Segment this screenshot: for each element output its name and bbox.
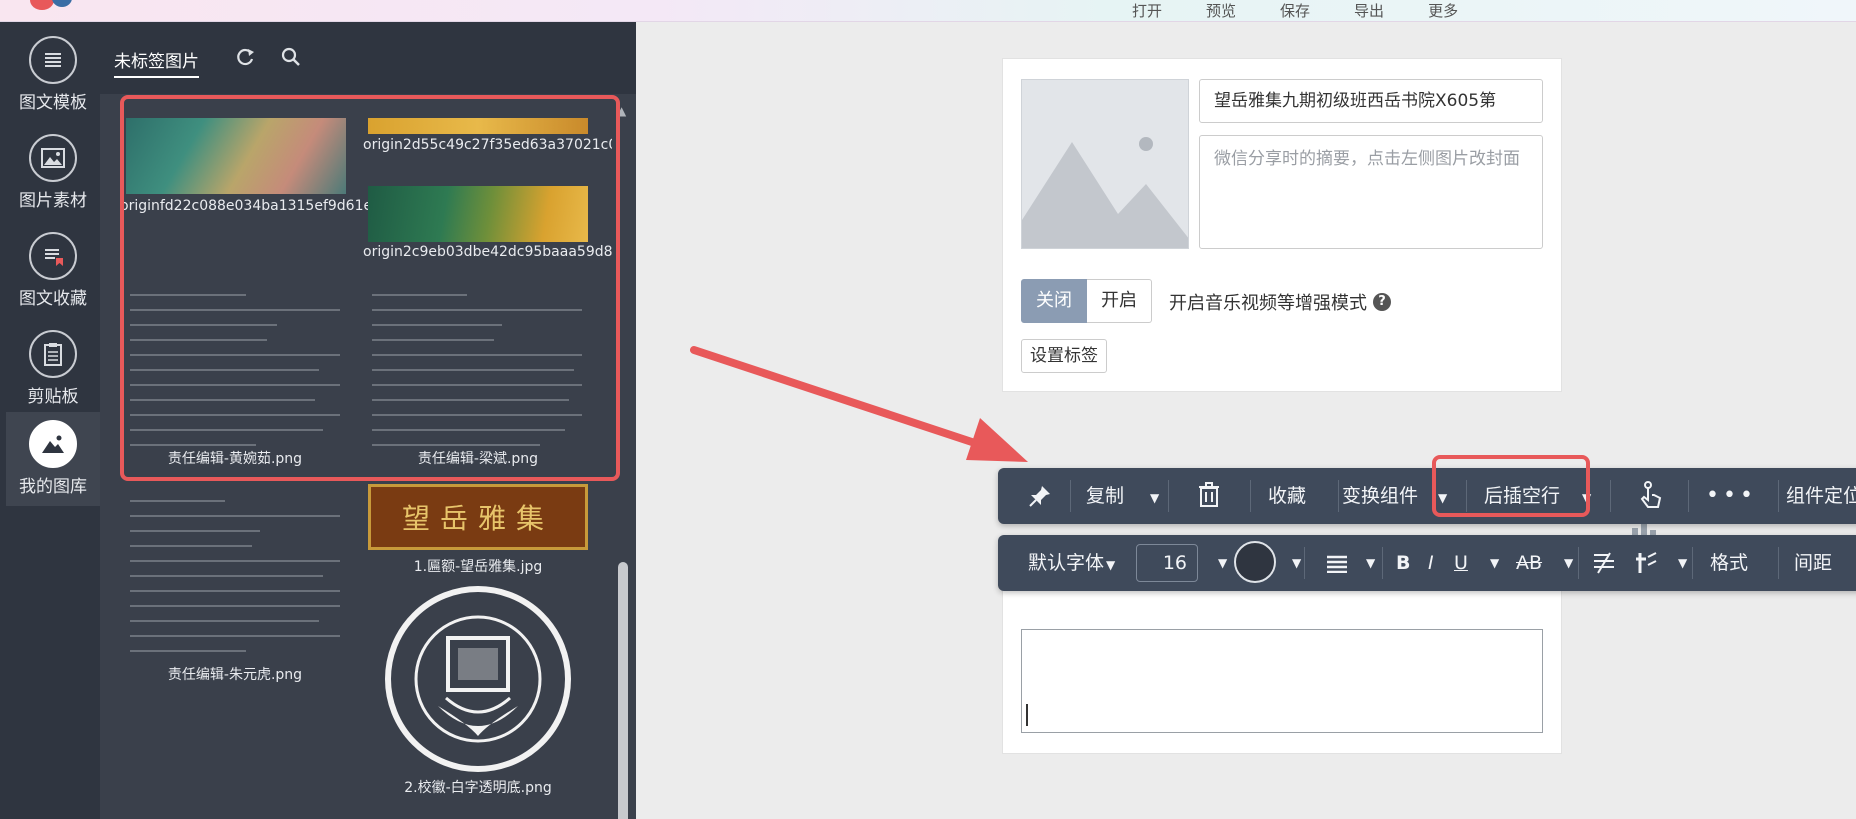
toolbar-separator xyxy=(1070,480,1071,512)
font-family-select[interactable]: 默认字体 ▼ xyxy=(1028,535,1115,591)
font-family-label: 默认字体 xyxy=(1028,552,1105,574)
plaque-image[interactable]: 望岳雅集 xyxy=(368,484,588,550)
calligraphy-image[interactable] xyxy=(130,500,340,665)
rail-item-label: 图片素材 xyxy=(19,191,87,211)
favorite-button[interactable]: 收藏 xyxy=(1268,468,1306,524)
help-question-icon[interactable]: ? xyxy=(1373,293,1391,311)
image-icon xyxy=(29,134,77,182)
refresh-icon[interactable] xyxy=(234,46,256,68)
rail-item-image-material[interactable]: 图片素材 xyxy=(6,126,100,218)
red-arrow-annotation xyxy=(690,346,1028,462)
copy-button[interactable]: 复制 ▼ xyxy=(1086,468,1159,524)
set-tag-button[interactable]: 设置标签 xyxy=(1021,339,1107,373)
toggle-off-button[interactable]: 关闭 xyxy=(1021,279,1087,323)
underline-dropdown-icon[interactable]: ▼ xyxy=(1490,535,1499,591)
rail-item-label: 剪贴板 xyxy=(27,387,79,407)
font-size-input[interactable]: 16 xyxy=(1136,544,1198,582)
list-icon xyxy=(29,36,77,84)
toggle-on-button[interactable]: 开启 xyxy=(1087,279,1152,323)
bold-button[interactable]: B xyxy=(1396,535,1410,591)
align-dropdown-icon[interactable]: ▼ xyxy=(1366,535,1375,591)
rail-item-templates[interactable]: 图文模板 xyxy=(6,28,100,120)
left-nav-rail: 图文模板 图片素材 图文收藏 剪贴板 我的图库 xyxy=(0,22,100,819)
transform-dropdown-icon[interactable]: ▼ xyxy=(1678,535,1687,591)
pin-icon[interactable] xyxy=(1028,484,1052,508)
enhanced-mode-toggle: 关闭 开启 xyxy=(1021,279,1152,323)
align-justify-icon[interactable] xyxy=(1326,555,1348,573)
enhanced-mode-label: 开启音乐视频等增强模式 xyxy=(1169,293,1367,314)
cover-image-placeholder[interactable] xyxy=(1021,79,1189,249)
clear-format-icon[interactable] xyxy=(1592,551,1616,575)
top-menu-bar: 打开 预览 保存 导出 更多 xyxy=(0,0,1856,22)
text-transform-icon[interactable] xyxy=(1634,549,1658,577)
toolbar-separator xyxy=(1578,547,1579,579)
menu-save[interactable]: 保存 xyxy=(1280,2,1310,20)
chevron-down-icon[interactable]: ▼ xyxy=(1150,491,1159,505)
mountain-image-icon xyxy=(29,420,77,468)
menu-preview[interactable]: 预览 xyxy=(1206,2,1236,20)
trash-icon[interactable] xyxy=(1198,482,1220,508)
app-logo-icon xyxy=(30,0,72,10)
toolbar-separator xyxy=(1692,547,1693,579)
color-dropdown-icon[interactable]: ▼ xyxy=(1292,535,1301,591)
toolbar-separator xyxy=(1250,480,1251,512)
text-case-button[interactable]: AB xyxy=(1516,535,1542,591)
top-menu: 打开 预览 保存 导出 更多 xyxy=(1132,2,1502,20)
image-placeholder-icon xyxy=(1022,80,1188,248)
image-caption: 2.校徽-白字透明底.png xyxy=(404,780,552,796)
bookmark-list-icon xyxy=(29,232,77,280)
text-color-swatch[interactable] xyxy=(1234,541,1276,583)
toolbar-separator xyxy=(1778,480,1779,512)
highlight-box-insert-blank xyxy=(1432,455,1590,517)
more-options-icon[interactable]: ••• xyxy=(1706,468,1757,524)
component-locate-button[interactable]: 组件定位 xyxy=(1786,468,1856,524)
panel-header: 未标签图片 xyxy=(100,22,636,94)
spacing-button[interactable]: 间距 xyxy=(1794,535,1832,591)
italic-button[interactable]: I xyxy=(1428,535,1434,591)
menu-open[interactable]: 打开 xyxy=(1132,2,1162,20)
switch-component-label: 变换组件 xyxy=(1342,485,1419,507)
format-button[interactable]: 格式 xyxy=(1710,535,1748,591)
article-settings-card: 望岳雅集九期初级班西岳书院X605第 微信分享时的摘要，点击左侧图片改封面 关闭… xyxy=(1002,58,1562,392)
rail-item-my-gallery[interactable]: 我的图库 xyxy=(6,412,100,506)
image-caption: 1.匾额-望岳雅集.jpg xyxy=(413,559,543,575)
highlight-box-images xyxy=(120,95,620,481)
case-dropdown-icon[interactable]: ▼ xyxy=(1564,535,1573,591)
copy-label: 复制 xyxy=(1086,485,1125,507)
clipboard-icon xyxy=(29,330,77,378)
toolbar-separator xyxy=(1304,547,1305,579)
menu-more[interactable]: 更多 xyxy=(1428,2,1458,20)
tab-untagged-images[interactable]: 未标签图片 xyxy=(114,47,199,78)
abstract-textarea[interactable]: 微信分享时的摘要，点击左侧图片改封面 xyxy=(1199,135,1543,249)
rail-item-favorites[interactable]: 图文收藏 xyxy=(6,224,100,316)
rail-item-label: 图文模板 xyxy=(19,93,87,113)
rail-item-clipboard[interactable]: 剪贴板 xyxy=(6,322,100,414)
rail-item-label: 图文收藏 xyxy=(19,289,87,309)
toolbar-separator xyxy=(1382,547,1383,579)
toolbar-separator xyxy=(1338,480,1339,512)
hand-pointer-icon[interactable] xyxy=(1636,480,1664,510)
school-emblem-image[interactable] xyxy=(368,586,588,772)
toolbar-separator xyxy=(1688,480,1689,512)
image-caption: 责任编辑-朱元虎.png xyxy=(167,667,303,683)
underline-button[interactable]: U xyxy=(1454,535,1468,591)
enhanced-mode-label-wrap: 开启音乐视频等增强模式 ? xyxy=(1169,289,1391,315)
plaque-text: 望岳雅集 xyxy=(401,502,554,535)
toolbar-separator xyxy=(1168,480,1169,512)
menu-export[interactable]: 导出 xyxy=(1354,2,1384,20)
title-input[interactable]: 望岳雅集九期初级班西岳书院X605第 xyxy=(1199,79,1543,123)
scrollbar-thumb[interactable] xyxy=(618,562,628,819)
text-editing-area[interactable] xyxy=(1021,629,1543,733)
rail-item-label: 我的图库 xyxy=(19,477,87,497)
toolbar-separator xyxy=(1610,480,1611,512)
toolbar-separator xyxy=(1778,547,1779,579)
component-toolbar: 复制 ▼ 收藏 变换组件 ▼ 后插空行 ▼ ••• 组件定位 xyxy=(998,468,1856,524)
search-icon[interactable] xyxy=(280,46,302,68)
text-caret xyxy=(1026,704,1028,726)
text-format-toolbar: 默认字体 ▼ 16 ▼ ▼ ▼ B I U ▼ AB ▼ ▼ 格式 间距 xyxy=(998,535,1856,591)
chevron-down-icon: ▼ xyxy=(1106,558,1116,572)
font-size-dropdown-icon[interactable]: ▼ xyxy=(1218,535,1227,591)
